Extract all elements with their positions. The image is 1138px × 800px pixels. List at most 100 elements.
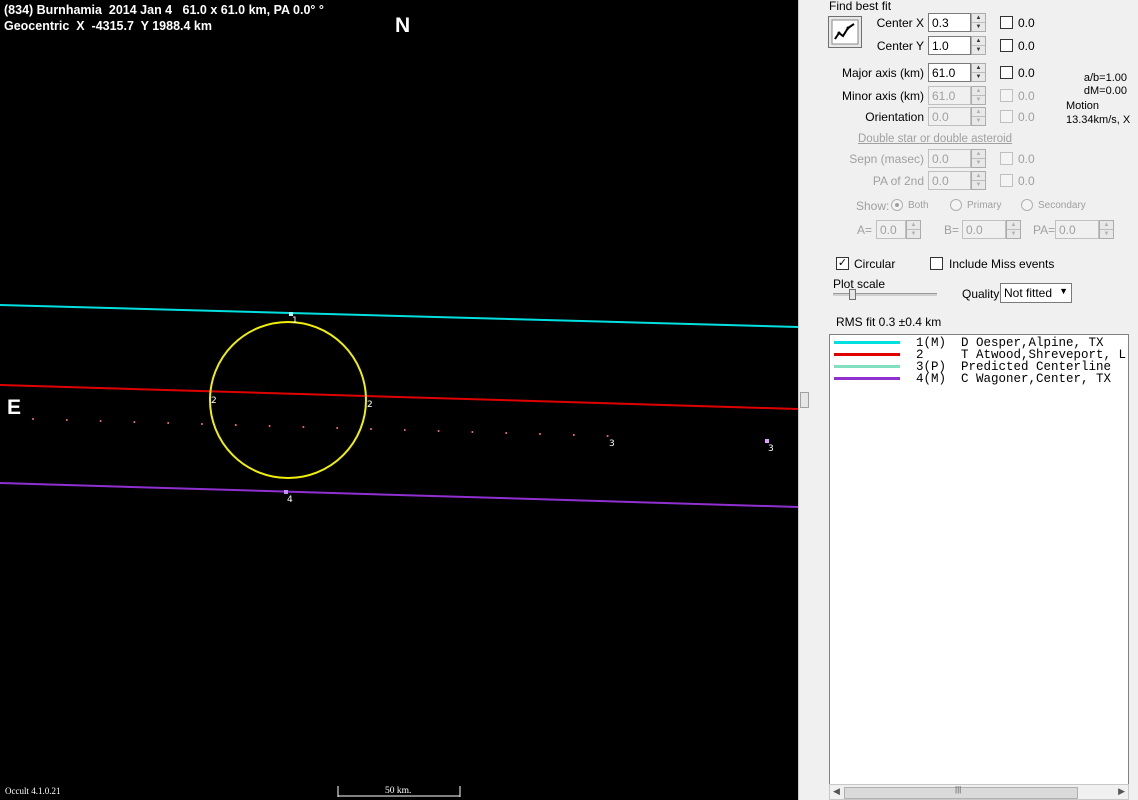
pa-label: PA= — [1033, 223, 1056, 237]
minor-axis-input[interactable] — [928, 86, 971, 105]
marker-label-4: 4 — [287, 495, 293, 505]
centerline-dot — [99, 420, 102, 422]
minor-axis-spinner[interactable]: ▲ ▼ — [971, 86, 986, 105]
plot-scale-label: Plot scale — [833, 277, 886, 291]
show-label: Show: — [856, 199, 890, 213]
plot-svg: 1 2 2 3 3 4 — [0, 304, 798, 797]
plot-splitter-scrollbar[interactable] — [798, 0, 811, 800]
chord-line-1 — [0, 304, 798, 328]
fit-panel: Find best fit Center X ▲▼ 0.0 Center Y ▲… — [811, 0, 1138, 800]
centerline-dot — [403, 429, 406, 431]
show-secondary-label: Secondary — [1038, 200, 1086, 211]
chord-line-2 — [0, 384, 798, 410]
marker-label-3a: 3 — [609, 439, 615, 449]
orientation-fix-checkbox[interactable] — [1000, 110, 1013, 123]
occultation-plot[interactable]: 1 2 2 3 3 4 (834) Burnhamia 2014 Jan 4 6… — [0, 0, 798, 800]
centerline-dot — [336, 427, 339, 429]
observer-legend-list[interactable]: 1(M) D Oesper,Alpine, TX 2 T Atwood,Shre… — [829, 334, 1129, 800]
marker-label-2b: 2 — [367, 400, 373, 410]
chord-marker-4 — [284, 490, 288, 494]
center-x-label: Center X — [876, 16, 924, 30]
find-best-fit-label: Find best fit — [829, 0, 892, 13]
pa2-fix-checkbox[interactable] — [1000, 174, 1013, 187]
pa2-spinner[interactable]: ▲ ▼ — [971, 171, 986, 190]
center-x-spinner[interactable]: ▲ ▼ — [971, 13, 986, 32]
legend-text-4: 4(M) C Wagoner,Center, TX — [916, 372, 1112, 386]
rms-fit-label: RMS fit 0.3 ±0.4 km — [836, 315, 942, 329]
orientation-fix-value: 0.0 — [1018, 110, 1035, 124]
show-both-radio[interactable] — [891, 199, 903, 211]
chord-line-4 — [0, 482, 798, 508]
centerline-dot — [167, 422, 170, 424]
motion-value: 13.34km/s, X — [1066, 114, 1131, 126]
sepn-fix-checkbox[interactable] — [1000, 152, 1013, 165]
legend-swatch-2 — [834, 353, 900, 356]
sepn-spinner[interactable]: ▲ ▼ — [971, 149, 986, 168]
legend-row-4[interactable]: 4(M) C Wagoner,Center, TX — [830, 372, 1128, 386]
centerline-dot — [370, 428, 372, 430]
dropdown-arrow-icon: ▼ — [1059, 286, 1068, 296]
center-y-input[interactable] — [928, 36, 971, 55]
plot-header-geocentric: Geocentric X -4315.7 Y 1988.4 km — [4, 19, 213, 33]
centerline-dot — [471, 431, 474, 433]
sepn-fix-value: 0.0 — [1018, 152, 1035, 166]
centerline-dot — [539, 433, 541, 435]
a-label: A= — [857, 223, 873, 237]
a-spinner[interactable]: ▲ ▼ — [906, 220, 921, 239]
center-x-input[interactable] — [928, 13, 971, 32]
quality-label: Quality — [962, 287, 1000, 301]
pa2-fix-value: 0.0 — [1018, 174, 1035, 188]
marker-label-3b: 3 — [768, 444, 774, 454]
pa-spinner[interactable]: ▲ ▼ — [1099, 220, 1114, 239]
b-spinner[interactable]: ▲ ▼ — [1006, 220, 1021, 239]
circular-checkbox[interactable]: ✓ — [836, 257, 849, 270]
legend-swatch-1 — [834, 341, 900, 344]
check-mark-icon: ✓ — [837, 257, 848, 269]
major-axis-spinner[interactable]: ▲ ▼ — [971, 63, 986, 82]
pa2-label: PA of 2nd — [872, 174, 924, 188]
major-axis-input[interactable] — [928, 63, 971, 82]
major-axis-label: Major axis (km) — [841, 66, 924, 80]
marker-label-1: 1 — [292, 316, 298, 326]
double-star-header: Double star or double asteroid — [858, 133, 1013, 145]
scroll-right-icon[interactable]: ▶ — [1118, 786, 1125, 797]
major-axis-fix-checkbox[interactable] — [1000, 66, 1013, 79]
pa-input[interactable] — [1055, 220, 1099, 239]
include-miss-checkbox[interactable] — [930, 257, 943, 270]
quality-dropdown[interactable]: Not fitted ▼ — [1000, 283, 1072, 303]
centerline-dot — [201, 423, 203, 425]
marker-label-2a: 2 — [211, 396, 217, 406]
center-y-spinner[interactable]: ▲ ▼ — [971, 36, 986, 55]
centerline-dot — [302, 426, 305, 428]
north-label: N — [395, 14, 411, 37]
legend-horizontal-scrollbar[interactable]: ◀ ||| ▶ — [829, 784, 1129, 800]
show-secondary-radio[interactable] — [1021, 199, 1033, 211]
plot-scale-thumb[interactable] — [849, 289, 856, 300]
delta-mag: dM=0.00 — [1083, 85, 1127, 97]
asteroid-outline — [209, 321, 367, 479]
quality-value: Not fitted — [1004, 286, 1053, 300]
motion-label: Motion — [1066, 100, 1100, 112]
centerline-dot — [65, 419, 68, 421]
minor-axis-fix-checkbox[interactable] — [1000, 89, 1013, 102]
a-input[interactable] — [876, 220, 906, 239]
show-primary-radio[interactable] — [950, 199, 962, 211]
splitter-handle[interactable] — [800, 392, 809, 408]
centerline-dot — [32, 418, 34, 420]
b-input[interactable] — [962, 220, 1006, 239]
center-x-fix-checkbox[interactable] — [1000, 16, 1013, 29]
predicted-centerline-dots — [32, 418, 609, 437]
ab-ratio: a/b=1.00 — [1083, 72, 1127, 84]
major-axis-fix-value: 0.0 — [1018, 66, 1035, 80]
centerline-dot — [234, 424, 237, 426]
orientation-input[interactable] — [928, 107, 971, 126]
orientation-spinner[interactable]: ▲ ▼ — [971, 107, 986, 126]
pa2-input[interactable] — [928, 171, 971, 190]
show-primary-label: Primary — [967, 200, 1002, 211]
b-label: B= — [944, 223, 960, 237]
east-label: E — [7, 396, 22, 419]
sepn-input[interactable] — [928, 149, 971, 168]
center-y-fix-checkbox[interactable] — [1000, 39, 1013, 52]
scroll-left-icon[interactable]: ◀ — [833, 786, 840, 797]
sepn-label: Sepn (masec) — [849, 152, 924, 166]
